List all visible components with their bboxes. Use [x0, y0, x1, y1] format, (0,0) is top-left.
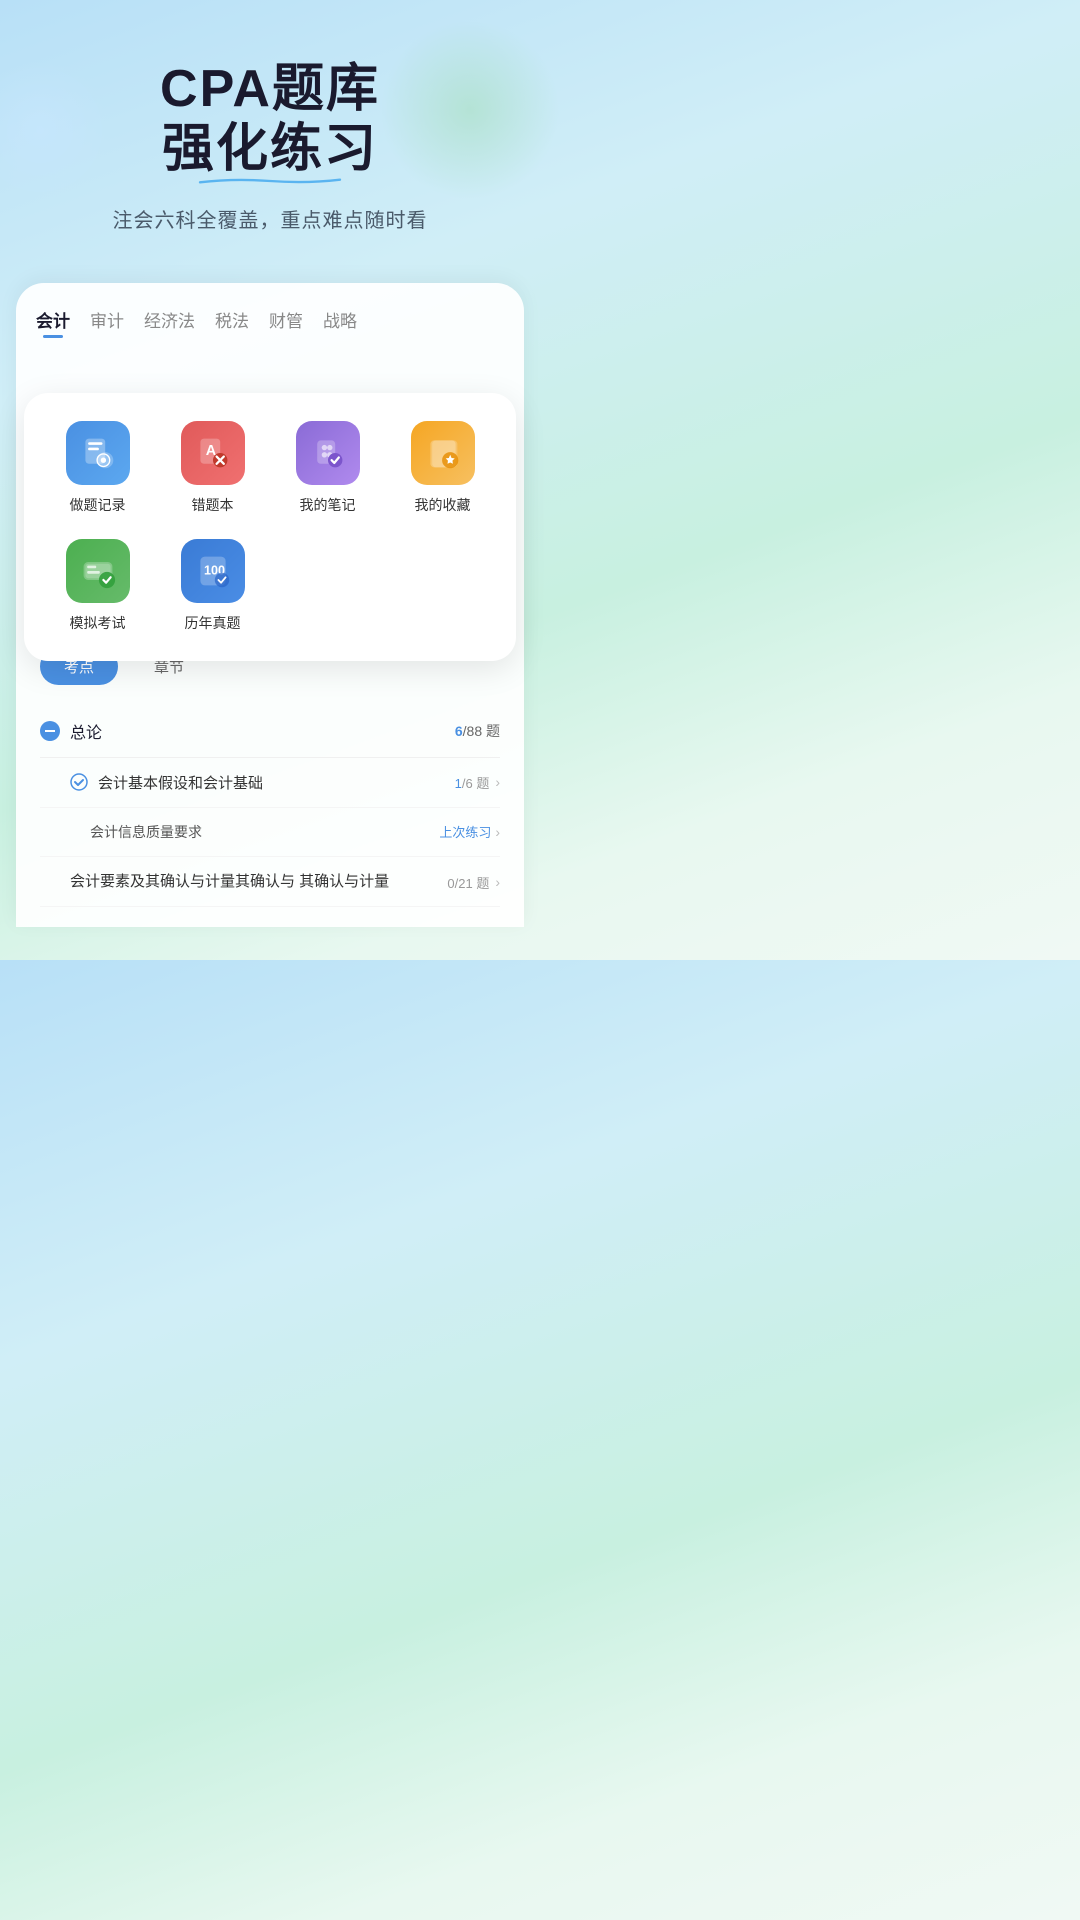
feature-wrong[interactable]: A 错题本: [159, 421, 266, 515]
feature-record[interactable]: 做题记录: [44, 421, 151, 515]
topic-general-title: 总论: [70, 719, 102, 743]
mock-label: 模拟考试: [70, 613, 126, 633]
content-section: 考点 章节 总论 6/88 题: [36, 648, 504, 907]
nested-quality-title: 会计信息质量要求: [90, 822, 439, 842]
last-practice-link[interactable]: 上次练习: [439, 822, 491, 841]
deep-nested-count: 0/21 题: [447, 873, 489, 892]
history-label: 历年真题: [185, 613, 241, 633]
feature-grid-bottom: 模拟考试 100 历年真题: [44, 539, 496, 633]
topic-general-count: 6/88 题: [455, 721, 500, 741]
notes-label: 我的笔记: [300, 495, 356, 515]
wrong-icon: A: [181, 421, 245, 485]
deep-nested-elements[interactable]: 会计要素及其确认与计量其确认与 其确认与计量 0/21 题 ›: [40, 857, 500, 907]
mock-icon: [66, 539, 130, 603]
nested-quality[interactable]: 会计信息质量要求 上次练习 ›: [40, 808, 500, 857]
tab-accounting[interactable]: 会计: [36, 307, 70, 338]
feature-collect[interactable]: 我的收藏: [389, 421, 496, 515]
check-icon: [70, 773, 88, 791]
feature-card: 做题记录 A 错题本: [24, 393, 516, 661]
feature-history[interactable]: 100 历年真题: [159, 539, 266, 633]
deep-nested-chevron: ›: [495, 874, 500, 890]
hero-title-line1: CPA题库: [160, 60, 380, 118]
title-underline: [160, 172, 380, 180]
subtopic-basic-count: 1/6 题: [455, 773, 490, 792]
subtopic-basic-title: 会计基本假设和会计基础: [98, 772, 445, 793]
subject-tabs: 会计 审计 经济法 税法 财管 战略: [36, 307, 504, 338]
collapse-icon: [40, 721, 60, 741]
feature-grid-top: 做题记录 A 错题本: [44, 421, 496, 515]
topic-list: 总论 6/88 题 会计基本假设和会计基础 1/6 题: [40, 705, 500, 907]
history-icon: 100: [181, 539, 245, 603]
topic-general-done: 6: [455, 723, 463, 739]
tab-economic-law[interactable]: 经济法: [144, 307, 195, 338]
subtopic-basic: 会计基本假设和会计基础 1/6 题 ›: [40, 758, 500, 808]
collect-label: 我的收藏: [415, 495, 471, 515]
notes-icon: [296, 421, 360, 485]
deep-nested-elements-title: 会计要素及其确认与计量其确认与 其确认与计量: [70, 871, 437, 892]
nested-quality-chevron: ›: [495, 824, 500, 840]
hero-subtitle: 注会六科全覆盖，重点难点随时看: [30, 204, 510, 233]
record-icon: [66, 421, 130, 485]
tab-audit[interactable]: 审计: [90, 307, 124, 338]
subtopic-basic-chevron: ›: [495, 774, 500, 790]
collect-icon: [411, 421, 475, 485]
feature-notes[interactable]: 我的笔记: [274, 421, 381, 515]
main-card: 会计 审计 经济法 税法 财管 战略 做题记录: [16, 283, 524, 927]
topic-general-total: 88: [467, 723, 483, 739]
wrong-label: 错题本: [192, 495, 234, 515]
tab-tax-law[interactable]: 税法: [215, 307, 249, 338]
tab-strategy[interactable]: 战略: [323, 307, 357, 338]
record-label: 做题记录: [70, 495, 126, 515]
feature-mock[interactable]: 模拟考试: [44, 539, 151, 633]
topic-general[interactable]: 总论 6/88 题: [40, 705, 500, 758]
hero-section: CPA题库 强化练习 注会六科全覆盖，重点难点随时看: [0, 0, 540, 263]
tab-finance[interactable]: 财管: [269, 307, 303, 338]
hero-title: CPA题库 强化练习: [160, 60, 380, 180]
